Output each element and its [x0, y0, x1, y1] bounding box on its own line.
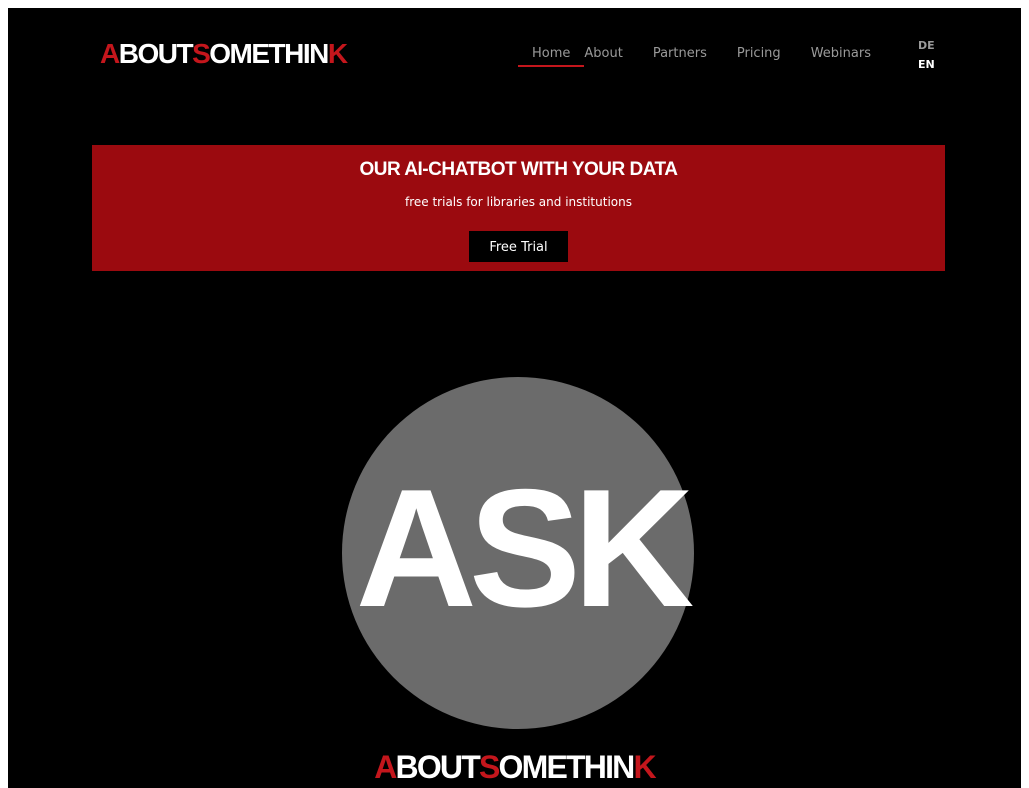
site-logo[interactable]: ABOUTSOMETHINK	[100, 37, 348, 71]
logo-letter-k: K	[327, 38, 348, 69]
language-switcher: DE EN	[918, 36, 935, 74]
language-de-link[interactable]: DE	[918, 36, 935, 55]
site-header: ABOUTSOMETHINK Home About Partners Prici…	[8, 8, 1021, 108]
logo-letter-s: S	[192, 38, 211, 69]
hero-brand-logo: ABOUTSOMETHINK	[8, 748, 1021, 786]
banner-title: OUR AI-CHATBOT WITH YOUR DATA	[359, 159, 678, 180]
logo-text-bout: BOUT	[118, 38, 194, 69]
banner-subtitle: free trials for libraries and institutio…	[405, 195, 632, 209]
nav-about-link[interactable]: About	[584, 44, 622, 67]
logo-letter-a: A	[100, 38, 120, 69]
nav-pricing-link[interactable]: Pricing	[737, 44, 781, 67]
free-trial-button[interactable]: Free Trial	[469, 231, 568, 262]
brand-letter-a: A	[374, 749, 397, 785]
brand-text-omethin: OMETHIN	[498, 749, 636, 785]
logo-text-omethin: OMETHIN	[209, 38, 329, 69]
brand-text-bout: BOUT	[395, 749, 481, 785]
hero-ask-graphic: ASK	[355, 454, 695, 642]
page-viewport: ABOUTSOMETHINK Home About Partners Prici…	[8, 8, 1021, 788]
nav-webinars-link[interactable]: Webinars	[811, 44, 871, 67]
main-nav: Home About Partners Pricing Webinars	[517, 44, 871, 67]
promo-banner: OUR AI-CHATBOT WITH YOUR DATA free trial…	[92, 145, 945, 271]
brand-letter-s: S	[478, 749, 500, 785]
nav-partners-link[interactable]: Partners	[653, 44, 707, 67]
brand-letter-k: K	[633, 749, 656, 785]
nav-home-link[interactable]: Home	[517, 44, 585, 67]
language-en-link[interactable]: EN	[918, 55, 935, 74]
